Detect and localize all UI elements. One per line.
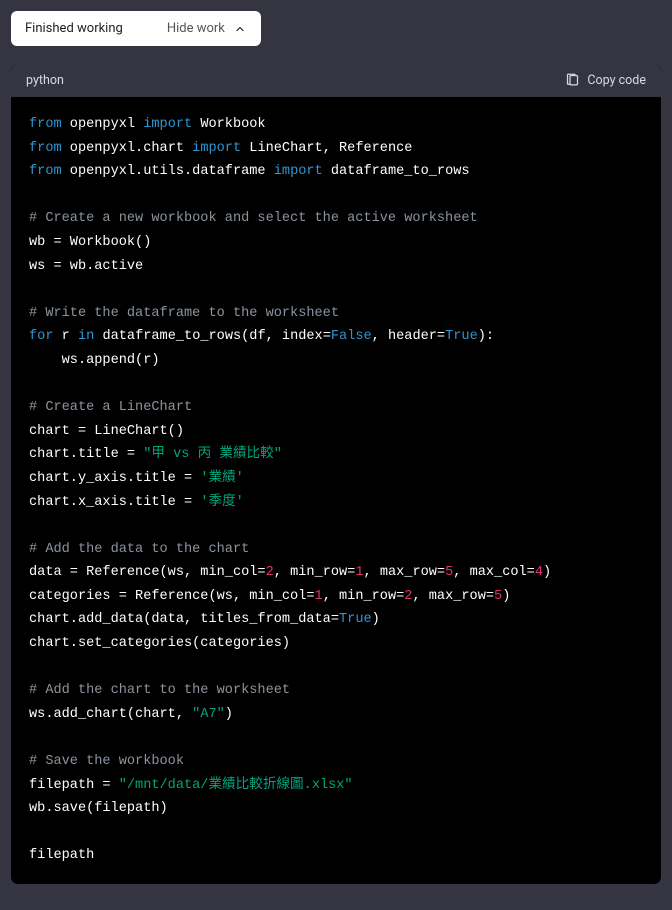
language-label: python — [26, 73, 64, 88]
hide-work-toggle[interactable]: Hide work — [167, 21, 247, 36]
code-header: python Copy code — [11, 64, 661, 97]
chevron-up-icon — [233, 22, 247, 36]
code-content[interactable]: from openpyxl import Workbook from openp… — [11, 97, 661, 884]
copy-label: Copy code — [587, 73, 646, 88]
clipboard-icon — [565, 73, 580, 88]
code-block: python Copy code from openpyxl import Wo… — [11, 64, 661, 884]
status-label: Finished working — [25, 21, 123, 36]
working-status-pill[interactable]: Finished working Hide work — [11, 11, 261, 46]
hide-work-label: Hide work — [167, 21, 225, 36]
copy-code-button[interactable]: Copy code — [565, 73, 646, 88]
